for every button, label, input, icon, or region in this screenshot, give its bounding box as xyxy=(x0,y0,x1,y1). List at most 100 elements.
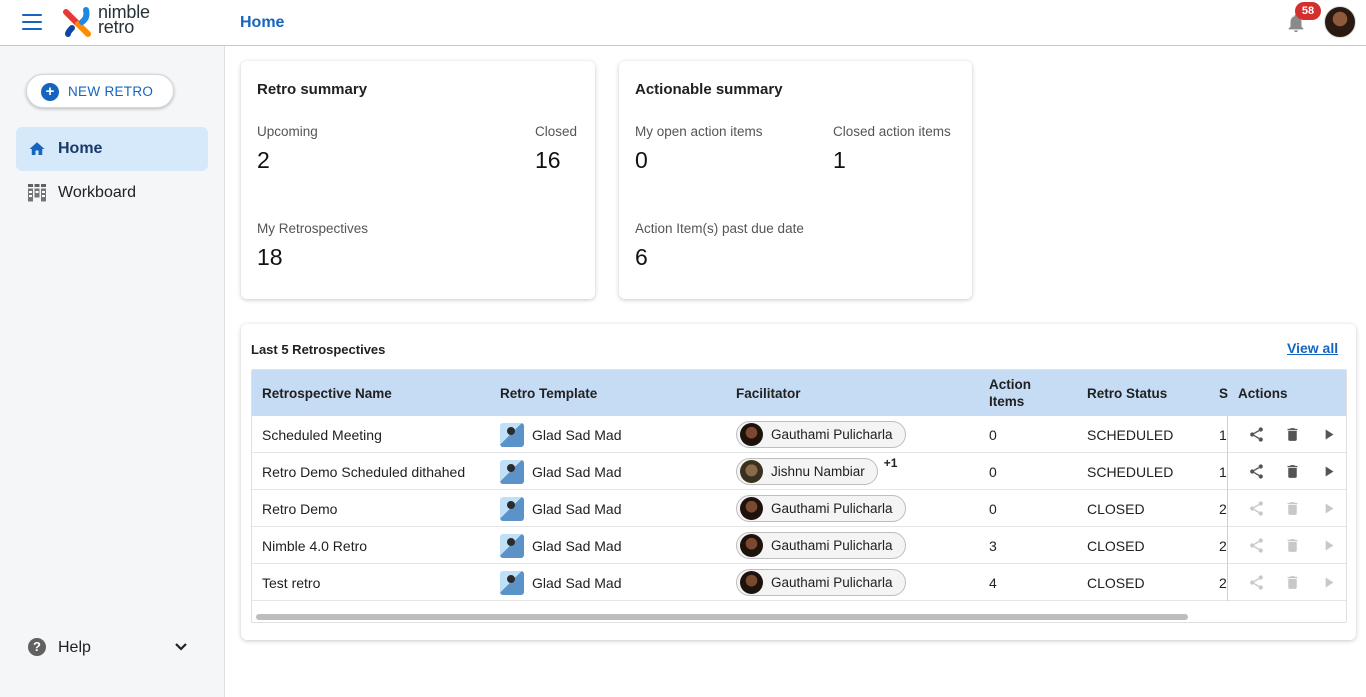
table-row[interactable]: Retro Demo Glad Sad Mad Gauthami Pulicha… xyxy=(252,490,1346,527)
last-retrospectives-section: Last 5 Retrospectives View all Retrospec… xyxy=(241,324,1356,640)
template-cell: Glad Sad Mad xyxy=(500,564,622,601)
column-header-s[interactable]: S xyxy=(1219,370,1228,416)
template-cell: Glad Sad Mad xyxy=(500,490,622,527)
horizontal-scrollbar[interactable] xyxy=(256,614,1188,620)
action-items-cell: 0 xyxy=(989,500,997,517)
sidebar-item-home[interactable]: Home xyxy=(16,127,208,171)
start-retro-icon[interactable] xyxy=(1320,463,1337,480)
column-header-facilitator[interactable]: Facilitator xyxy=(736,370,801,416)
retro-name-cell[interactable]: Nimble 4.0 Retro xyxy=(262,527,367,564)
menu-icon[interactable] xyxy=(22,14,42,30)
facilitator-chip[interactable]: Gauthami Pulicharla xyxy=(736,569,906,596)
s-cell: 1 xyxy=(1219,426,1227,443)
facilitator-cell: Gauthami Pulicharla xyxy=(736,527,912,564)
template-cell: Glad Sad Mad xyxy=(500,416,622,453)
start-retro-icon xyxy=(1320,500,1337,517)
logo-text: nimble retro xyxy=(98,3,150,37)
column-header-template[interactable]: Retro Template xyxy=(500,370,597,416)
actionable-summary-card: Actionable summary My open action items … xyxy=(619,61,972,299)
column-header-name[interactable]: Retrospective Name xyxy=(262,370,392,416)
facilitator-avatar xyxy=(740,460,763,483)
new-retro-button[interactable]: + NEW RETRO xyxy=(26,74,174,108)
home-icon xyxy=(29,142,45,155)
actions-cell xyxy=(1227,416,1346,453)
my-retrospectives-label: My Retrospectives xyxy=(257,221,369,236)
template-cell: Glad Sad Mad xyxy=(500,453,622,490)
user-avatar[interactable] xyxy=(1324,6,1356,38)
actions-cell xyxy=(1227,564,1346,601)
delete-icon xyxy=(1284,500,1301,517)
template-icon xyxy=(500,459,524,484)
template-cell: Glad Sad Mad xyxy=(500,527,622,564)
retro-name-cell[interactable]: Scheduled Meeting xyxy=(262,416,382,453)
closed-value: 16 xyxy=(535,147,561,173)
share-icon xyxy=(1248,537,1265,554)
open-action-items-label: My open action items xyxy=(635,124,763,139)
facilitator-avatar xyxy=(740,423,763,446)
delete-icon xyxy=(1284,537,1301,554)
status-cell: CLOSED xyxy=(1087,500,1145,517)
facilitator-avatar xyxy=(740,534,763,557)
facilitator-chip[interactable]: Gauthami Pulicharla xyxy=(736,532,906,559)
table-row[interactable]: Test retro Glad Sad Mad Gauthami Pulicha… xyxy=(252,564,1346,601)
nimble-retro-logo[interactable]: nimble retro xyxy=(62,3,162,39)
page-title: Home xyxy=(240,14,285,31)
closed-label: Closed xyxy=(535,124,578,139)
logo-line-2: retro xyxy=(98,17,135,37)
template-name: Glad Sad Mad xyxy=(532,426,622,443)
add-circle-icon: + xyxy=(41,83,59,101)
section-title: Last 5 Retrospectives xyxy=(251,342,386,357)
share-icon xyxy=(1248,500,1265,517)
status-cell: CLOSED xyxy=(1087,537,1145,554)
view-all-link[interactable]: View all xyxy=(1287,340,1338,356)
delete-icon xyxy=(1284,574,1301,591)
retro-name-cell[interactable]: Retro Demo Scheduled dithahed xyxy=(262,453,465,490)
delete-icon[interactable] xyxy=(1284,426,1301,443)
facilitator-name: Gauthami Pulicharla xyxy=(771,427,893,442)
table-row[interactable]: Nimble 4.0 Retro Glad Sad Mad Gauthami P… xyxy=(252,527,1346,564)
status-cell: SCHEDULED xyxy=(1087,463,1174,480)
status-cell: CLOSED xyxy=(1087,574,1145,591)
facilitator-cell: Gauthami Pulicharla xyxy=(736,416,912,453)
facilitator-chip[interactable]: Jishnu Nambiar xyxy=(736,458,878,485)
s-cell: 2 xyxy=(1219,537,1227,554)
sidebar-item-workboard[interactable]: Workboard xyxy=(16,171,208,215)
retro-name-cell[interactable]: Retro Demo xyxy=(262,490,337,527)
help-icon: ? xyxy=(28,638,46,656)
share-icon xyxy=(1248,574,1265,591)
new-retro-label: NEW RETRO xyxy=(68,84,154,99)
open-action-items-value: 0 xyxy=(635,147,648,173)
facilitator-cell: Gauthami Pulicharla xyxy=(736,490,912,527)
start-retro-icon xyxy=(1320,537,1337,554)
s-cell: 2 xyxy=(1219,574,1227,591)
column-header-action-items[interactable]: Action Items xyxy=(989,370,1053,416)
s-cell: 1 xyxy=(1219,463,1227,480)
facilitator-avatar xyxy=(740,571,763,594)
delete-icon[interactable] xyxy=(1284,463,1301,480)
facilitator-chip[interactable]: Gauthami Pulicharla xyxy=(736,495,906,522)
actions-cell xyxy=(1227,490,1346,527)
template-name: Glad Sad Mad xyxy=(532,463,622,480)
past-due-value: 6 xyxy=(635,244,648,270)
retro-name-cell[interactable]: Test retro xyxy=(262,564,320,601)
table-row[interactable]: Retro Demo Scheduled dithahed Glad Sad M… xyxy=(252,453,1346,490)
table-row[interactable]: Scheduled Meeting Glad Sad Mad Gauthami … xyxy=(252,416,1346,453)
app-header: nimble retro Home 58 xyxy=(0,0,1366,46)
facilitator-name: Gauthami Pulicharla xyxy=(771,501,893,516)
facilitator-name: Jishnu Nambiar xyxy=(771,464,865,479)
share-icon[interactable] xyxy=(1248,463,1265,480)
actions-cell xyxy=(1227,453,1346,490)
more-facilitators-count[interactable]: +1 xyxy=(884,456,898,470)
share-icon[interactable] xyxy=(1248,426,1265,443)
sidebar-item-label: Workboard xyxy=(58,184,136,201)
start-retro-icon[interactable] xyxy=(1320,426,1337,443)
closed-action-items-label: Closed action items xyxy=(833,124,951,139)
start-retro-icon xyxy=(1320,574,1337,591)
past-due-label: Action Item(s) past due date xyxy=(635,221,804,236)
column-header-status[interactable]: Retro Status xyxy=(1087,370,1167,416)
help-menu[interactable]: ? Help xyxy=(16,626,208,670)
facilitator-name: Gauthami Pulicharla xyxy=(771,538,893,553)
facilitator-chip[interactable]: Gauthami Pulicharla xyxy=(736,421,906,448)
card-title: Retro summary xyxy=(257,81,368,98)
facilitator-cell: Jishnu Nambiar +1 xyxy=(736,453,897,490)
